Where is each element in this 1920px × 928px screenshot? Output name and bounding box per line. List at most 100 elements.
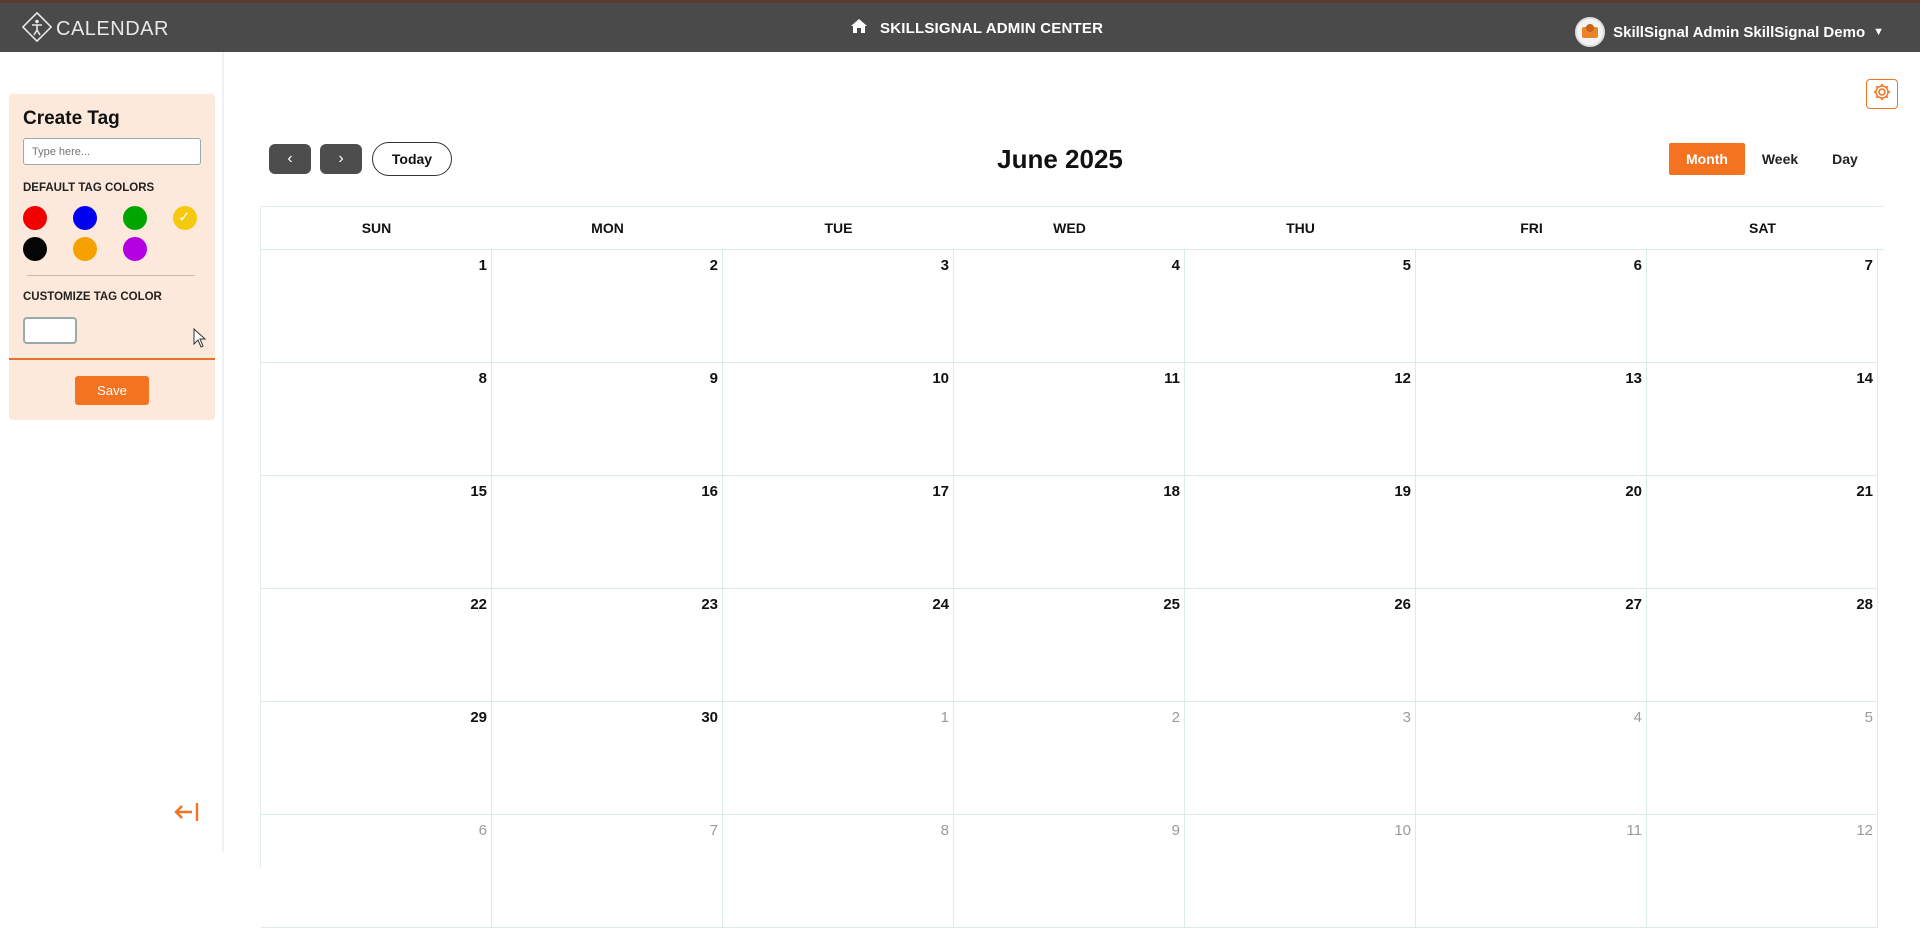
today-button[interactable]: Today (372, 142, 452, 176)
day-number[interactable]: 12 (1394, 370, 1411, 387)
day-cell[interactable]: 8 (261, 363, 492, 476)
day-number[interactable]: 6 (1634, 257, 1642, 274)
day-number[interactable]: 2 (710, 257, 718, 274)
day-cell[interactable]: 19 (1185, 476, 1416, 589)
day-cell[interactable]: 30 (492, 702, 723, 815)
user-menu[interactable]: SkillSignal Admin SkillSignal Demo ▼ (1575, 17, 1884, 47)
day-cell[interactable]: 6 (1416, 250, 1647, 363)
day-number[interactable]: 26 (1394, 596, 1411, 613)
day-number[interactable]: 17 (932, 483, 949, 500)
day-cell[interactable]: 20 (1416, 476, 1647, 589)
day-cell[interactable]: 12 (1647, 815, 1878, 928)
day-number[interactable]: 7 (710, 822, 718, 839)
day-number[interactable]: 6 (479, 822, 487, 839)
day-number[interactable]: 22 (470, 596, 487, 613)
brand[interactable]: CALENDAR (21, 11, 169, 42)
day-cell[interactable]: 5 (1647, 702, 1878, 815)
day-number[interactable]: 18 (1163, 483, 1180, 500)
day-cell[interactable]: 26 (1185, 589, 1416, 702)
color-swatch-blue[interactable] (73, 206, 97, 230)
day-number[interactable]: 25 (1163, 596, 1180, 613)
day-cell[interactable]: 14 (1647, 363, 1878, 476)
day-cell[interactable]: 6 (261, 815, 492, 928)
day-cell[interactable]: 17 (723, 476, 954, 589)
settings-button[interactable] (1866, 79, 1898, 109)
next-month-button[interactable]: › (320, 144, 362, 174)
day-number[interactable]: 2 (1172, 709, 1180, 726)
day-number[interactable]: 21 (1856, 483, 1873, 500)
color-swatch-green[interactable] (123, 206, 147, 230)
day-number[interactable]: 11 (1164, 370, 1180, 387)
day-number[interactable]: 9 (1172, 822, 1180, 839)
day-number[interactable]: 12 (1856, 822, 1873, 839)
day-cell[interactable]: 9 (954, 815, 1185, 928)
day-number[interactable]: 13 (1625, 370, 1642, 387)
day-cell[interactable]: 25 (954, 589, 1185, 702)
day-number[interactable]: 3 (1403, 709, 1411, 726)
save-button[interactable]: Save (75, 376, 149, 405)
day-number[interactable]: 3 (941, 257, 949, 274)
day-number[interactable]: 23 (701, 596, 718, 613)
day-number[interactable]: 19 (1394, 483, 1411, 500)
day-cell[interactable]: 12 (1185, 363, 1416, 476)
day-cell[interactable]: 10 (723, 363, 954, 476)
day-cell[interactable]: 13 (1416, 363, 1647, 476)
day-cell[interactable]: 4 (1416, 702, 1647, 815)
day-number[interactable]: 7 (1865, 257, 1873, 274)
day-number[interactable]: 1 (479, 257, 487, 274)
custom-color-picker[interactable] (23, 317, 77, 344)
color-swatch-purple[interactable] (123, 237, 147, 261)
collapse-sidebar-icon[interactable] (174, 800, 200, 831)
view-month-button[interactable]: Month (1669, 143, 1745, 175)
day-cell[interactable]: 18 (954, 476, 1185, 589)
day-number[interactable]: 11 (1626, 822, 1642, 839)
day-cell[interactable]: 4 (954, 250, 1185, 363)
day-number[interactable]: 9 (710, 370, 718, 387)
day-number[interactable]: 30 (701, 709, 718, 726)
day-cell[interactable]: 1 (723, 702, 954, 815)
day-cell[interactable]: 16 (492, 476, 723, 589)
day-number[interactable]: 1 (941, 709, 949, 726)
color-swatch-yellow[interactable] (173, 206, 197, 230)
tag-name-input[interactable] (23, 138, 201, 165)
day-cell[interactable]: 11 (954, 363, 1185, 476)
day-number[interactable]: 14 (1856, 370, 1873, 387)
day-cell[interactable]: 2 (492, 250, 723, 363)
day-number[interactable]: 28 (1856, 596, 1873, 613)
day-cell[interactable]: 15 (261, 476, 492, 589)
day-cell[interactable]: 22 (261, 589, 492, 702)
prev-month-button[interactable]: ‹ (269, 144, 311, 174)
day-cell[interactable]: 5 (1185, 250, 1416, 363)
day-number[interactable]: 5 (1403, 257, 1411, 274)
color-swatch-orange[interactable] (73, 237, 97, 261)
day-cell[interactable]: 8 (723, 815, 954, 928)
day-number[interactable]: 27 (1625, 596, 1642, 613)
day-cell[interactable]: 21 (1647, 476, 1878, 589)
day-cell[interactable]: 3 (723, 250, 954, 363)
day-number[interactable]: 5 (1865, 709, 1873, 726)
day-cell[interactable]: 7 (1647, 250, 1878, 363)
day-cell[interactable]: 9 (492, 363, 723, 476)
day-number[interactable]: 15 (470, 483, 487, 500)
day-number[interactable]: 10 (932, 370, 949, 387)
day-number[interactable]: 8 (941, 822, 949, 839)
day-number[interactable]: 16 (701, 483, 718, 500)
day-cell[interactable]: 24 (723, 589, 954, 702)
day-number[interactable]: 24 (932, 596, 949, 613)
day-number[interactable]: 29 (470, 709, 487, 726)
day-cell[interactable]: 3 (1185, 702, 1416, 815)
color-swatch-black[interactable] (23, 237, 47, 261)
day-cell[interactable]: 23 (492, 589, 723, 702)
day-cell[interactable]: 11 (1416, 815, 1647, 928)
day-number[interactable]: 10 (1394, 822, 1411, 839)
color-swatch-red[interactable] (23, 206, 47, 230)
day-cell[interactable]: 2 (954, 702, 1185, 815)
day-number[interactable]: 4 (1634, 709, 1642, 726)
day-cell[interactable]: 28 (1647, 589, 1878, 702)
view-day-button[interactable]: Day (1807, 143, 1883, 175)
day-cell[interactable]: 1 (261, 250, 492, 363)
admin-center-link[interactable]: SKILLSIGNAL ADMIN CENTER (850, 18, 1103, 39)
day-cell[interactable]: 10 (1185, 815, 1416, 928)
day-number[interactable]: 4 (1172, 257, 1180, 274)
day-cell[interactable]: 7 (492, 815, 723, 928)
